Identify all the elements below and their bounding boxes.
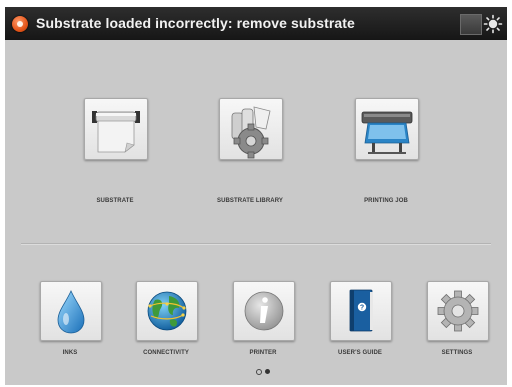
user-guide-book-icon: ? xyxy=(349,289,373,332)
users-guide-button[interactable]: ? xyxy=(330,281,392,341)
users-guide-label: USER'S GUIDE xyxy=(338,350,382,356)
settings-button[interactable] xyxy=(427,281,489,341)
svg-text:?: ? xyxy=(360,305,364,312)
ink-drop-icon xyxy=(57,290,85,334)
status-message[interactable]: Substrate loaded incorrectly: remove sub… xyxy=(36,15,355,31)
menu-divider xyxy=(21,243,491,244)
printing-job-label: PRINTING JOB xyxy=(364,198,408,204)
status-bar: Substrate loaded incorrectly: remove sub… xyxy=(5,7,507,40)
brightness-icon[interactable] xyxy=(483,14,503,34)
page-dot-1[interactable] xyxy=(256,369,262,375)
printer-job-icon xyxy=(361,111,413,154)
gear-icon xyxy=(437,290,479,332)
substrate-label: SUBSTRATE xyxy=(96,198,134,204)
printing-job-button[interactable] xyxy=(355,98,419,160)
substrate-library-label: SUBSTRATE LIBRARY xyxy=(216,198,284,204)
substrate-roll-icon xyxy=(92,111,140,153)
substrate-button[interactable] xyxy=(84,98,148,160)
error-icon[interactable] xyxy=(12,16,28,32)
printer-front-panel: Substrate loaded incorrectly: remove sub… xyxy=(5,7,507,385)
page-indicator[interactable] xyxy=(254,368,274,376)
connectivity-label: CONNECTIVITY xyxy=(143,350,189,356)
page-dot-2-active[interactable] xyxy=(265,369,270,374)
connectivity-button[interactable] xyxy=(136,281,198,341)
printer-button[interactable] xyxy=(233,281,295,341)
globe-icon xyxy=(147,291,187,331)
printer-label: PRINTER xyxy=(249,350,277,356)
substrate-library-icon xyxy=(231,106,271,159)
settings-label: SETTINGS xyxy=(441,350,473,356)
inks-button[interactable] xyxy=(40,281,102,341)
info-icon xyxy=(244,291,284,331)
inks-label: INKS xyxy=(62,350,78,356)
substrate-library-button[interactable] xyxy=(219,98,283,160)
view-toggle-icon[interactable] xyxy=(460,14,482,35)
